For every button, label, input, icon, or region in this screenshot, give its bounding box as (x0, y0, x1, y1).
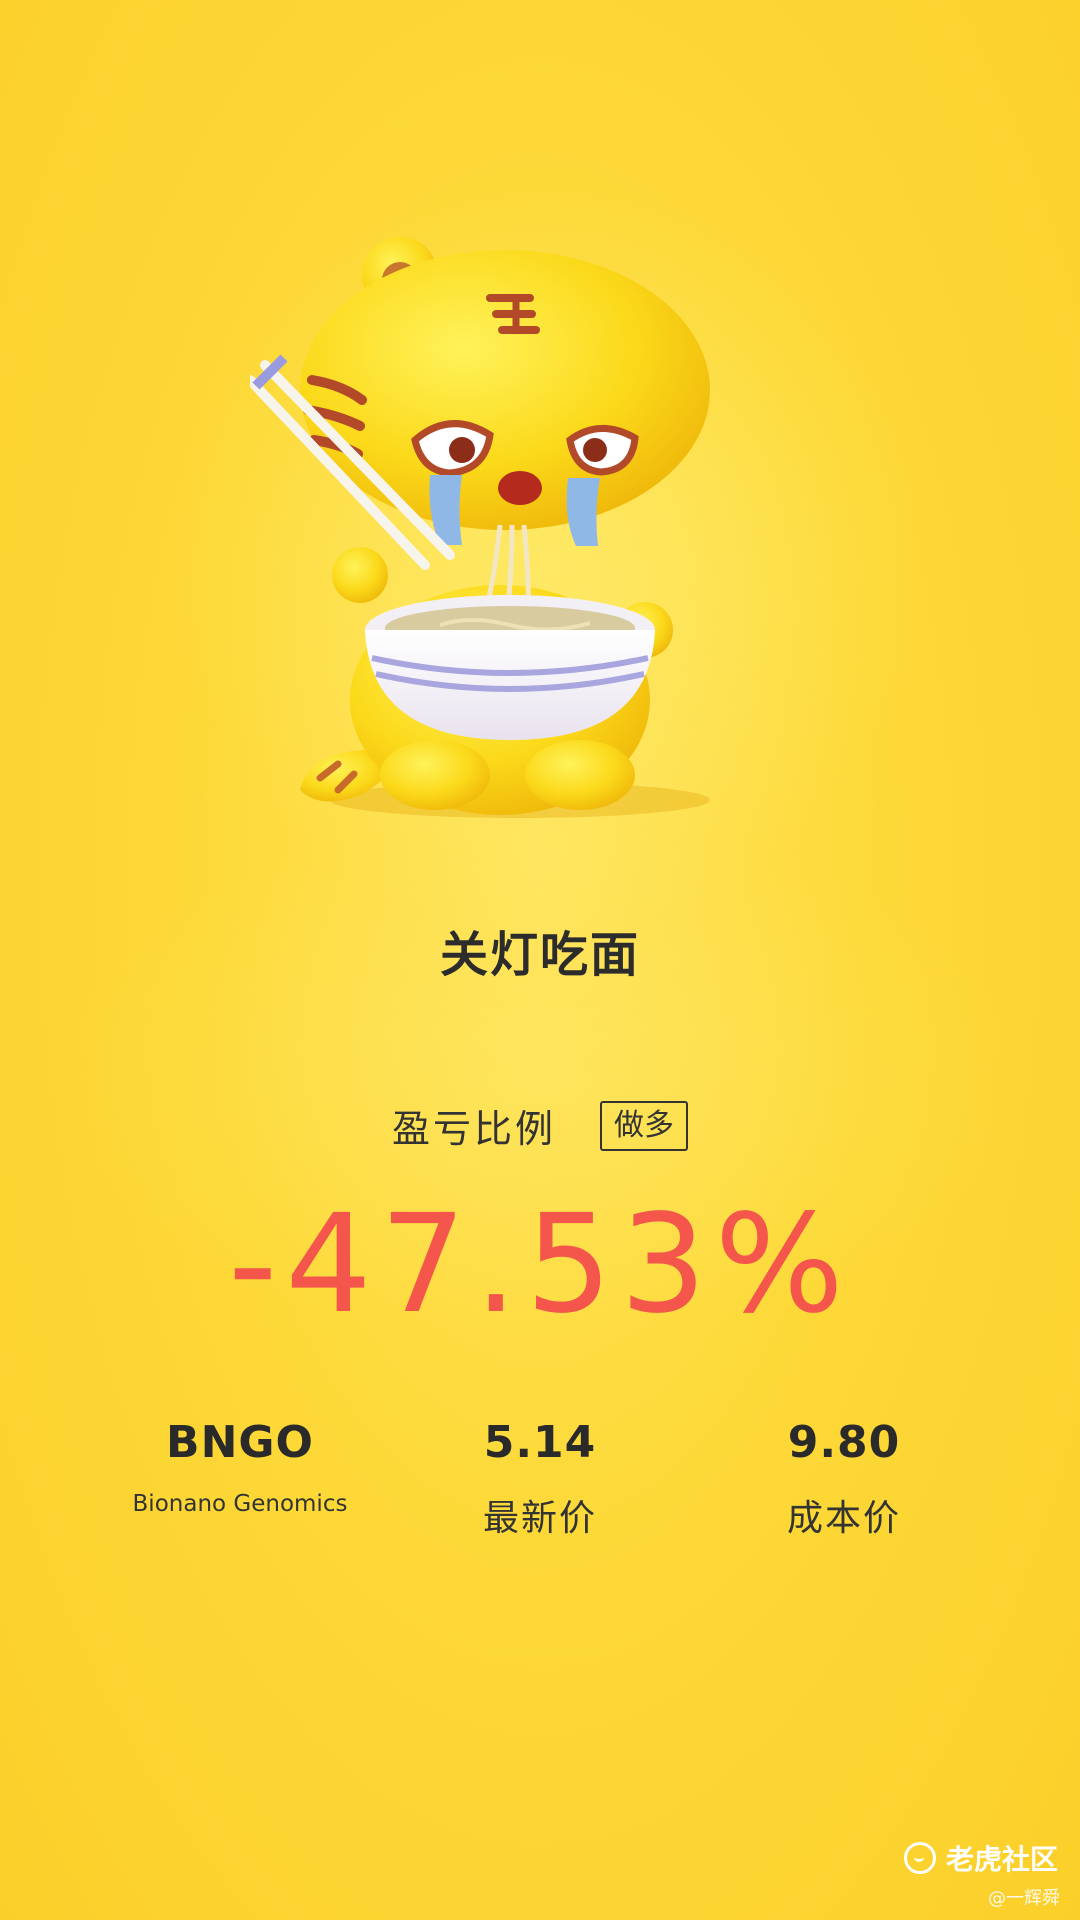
tiger-mascot-icon (250, 237, 710, 818)
latest-price: 5.14 最新价 (390, 1415, 690, 1541)
brand-name: 老虎社区 (945, 1843, 1058, 1876)
cost-price: 9.80 成本价 (694, 1415, 994, 1541)
position-direction-badge: 做多 (600, 1100, 688, 1151)
latest-price-label: 最新价 (482, 1498, 597, 1539)
headline: 关灯吃面 (439, 927, 640, 983)
cost-price-value: 9.80 (787, 1417, 901, 1468)
pnl-ratio-row: 盈亏比例 做多 (0, 1098, 1080, 1153)
cost-price-label: 成本价 (786, 1498, 901, 1539)
stock-info: BNGO Bionano Genomics (90, 1415, 390, 1517)
latest-price-value: 5.14 (483, 1417, 597, 1468)
brand-watermark: 老虎社区 (903, 1838, 1058, 1878)
tiger-logo-icon (903, 1842, 936, 1874)
stock-ticker: BNGO (166, 1417, 314, 1468)
pnl-ratio-label: 盈亏比例 (391, 1107, 556, 1151)
author-handle: @一辉舜 (988, 1888, 1060, 1909)
pnl-ratio-value: -47.53% (228, 1186, 852, 1344)
stock-name: Bionano Genomics (132, 1491, 348, 1517)
